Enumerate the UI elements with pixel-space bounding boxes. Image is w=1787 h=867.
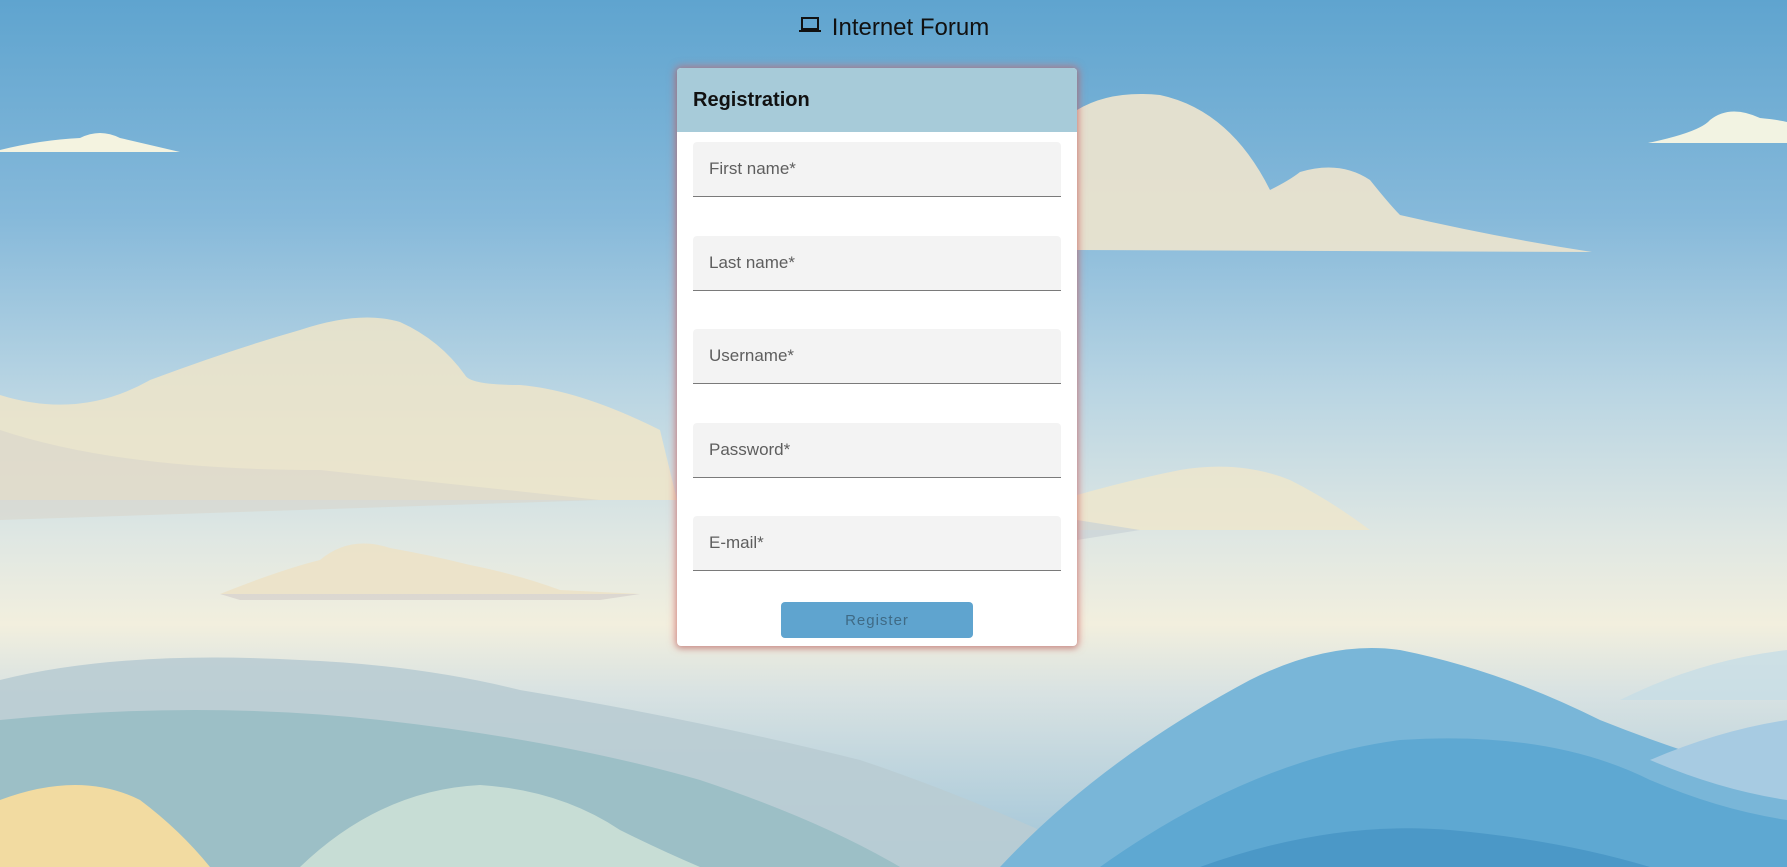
password-input[interactable] [693, 423, 1061, 477]
app-title: Internet Forum [831, 14, 990, 41]
laptop-icon [798, 17, 821, 32]
first-name-input[interactable] [693, 142, 1061, 196]
email-input[interactable] [693, 516, 1061, 570]
registration-card: Registration Register [677, 68, 1077, 646]
last-name-input[interactable] [693, 236, 1061, 290]
app-header: Internet Forum [0, 14, 1787, 42]
first-name-field[interactable] [693, 142, 1061, 197]
registration-card-header: Registration [677, 68, 1077, 132]
username-input[interactable] [693, 329, 1061, 383]
username-field[interactable] [693, 329, 1061, 384]
registration-title: Registration [693, 88, 810, 111]
register-button[interactable]: Register [781, 602, 973, 638]
email-field[interactable] [693, 516, 1061, 571]
last-name-field[interactable] [693, 236, 1061, 291]
password-field[interactable] [693, 423, 1061, 478]
